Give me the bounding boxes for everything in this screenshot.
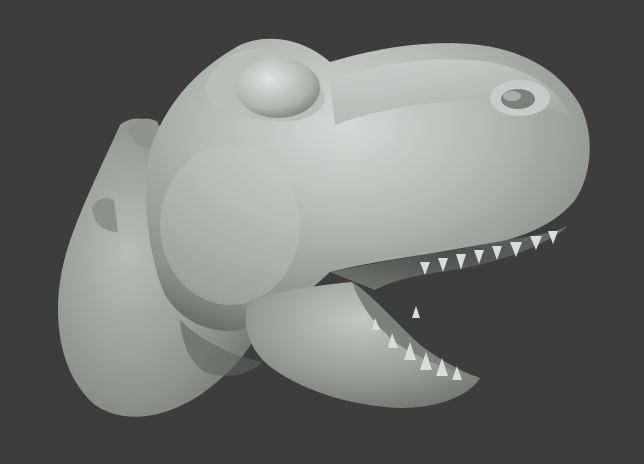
sculpt-render [58, 38, 590, 417]
nostril-shine [503, 91, 521, 101]
cheek [160, 145, 300, 305]
eye-bulge [236, 58, 320, 118]
3d-viewport[interactable] [0, 0, 644, 464]
